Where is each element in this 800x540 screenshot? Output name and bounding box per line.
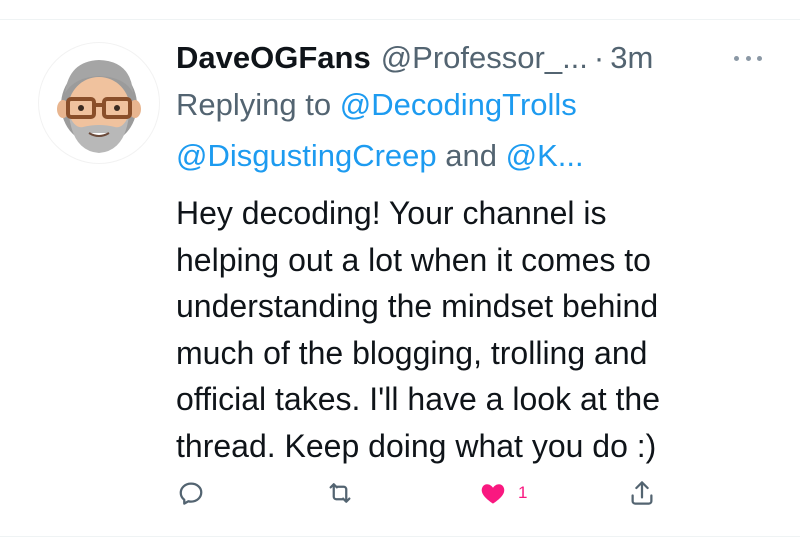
tweet-text-line: understanding the mindset behind — [176, 288, 659, 324]
replying-prefix: Replying to — [176, 87, 332, 122]
top-divider — [0, 19, 800, 20]
retweet-button[interactable] — [325, 478, 355, 508]
mention-link[interactable]: @DecodingTrolls — [340, 87, 577, 122]
tweet-text-line: official takes. I'll have a look at the — [176, 381, 661, 417]
bottom-divider — [0, 536, 800, 537]
like-count: 1 — [518, 483, 528, 502]
share-icon — [631, 481, 653, 505]
replying-and: and — [445, 138, 497, 173]
display-name[interactable]: DaveOGFans — [176, 40, 371, 76]
replying-to-line-2: @DisgustingCreep and @K... — [176, 136, 584, 176]
avatar-illustration — [57, 60, 141, 153]
more-options-icon[interactable] — [734, 48, 762, 68]
tweet-text: Hey decoding! Your channel is helping ou… — [176, 190, 776, 469]
tweet-header: DaveOGFans @Professor_... · 3m — [176, 38, 653, 78]
tweet-text-line: helping out a lot when it comes to — [176, 241, 651, 278]
timestamp[interactable]: 3m — [610, 40, 653, 76]
tweet-text-line: much of the blogging, trolling and — [176, 334, 648, 371]
more-dot — [757, 55, 762, 61]
user-handle[interactable]: @Professor_... — [381, 40, 588, 76]
avatar[interactable] — [38, 42, 160, 164]
more-dot — [734, 55, 739, 61]
retweet-icon — [329, 483, 351, 503]
tweet-text-line: Hey decoding! Your channel is — [176, 195, 607, 231]
reply-icon — [179, 482, 203, 505]
more-dot — [745, 55, 751, 61]
tweet-actions-bar: 1 — [0, 470, 800, 520]
separator-dot: · — [593, 40, 605, 75]
mention-link[interactable]: @DisgustingCreep — [176, 138, 437, 173]
more-mentions-link[interactable]: @K... — [506, 138, 584, 173]
share-button[interactable] — [627, 478, 657, 508]
heart-filled-icon — [481, 484, 505, 504]
like-button[interactable]: 1 — [478, 478, 527, 508]
reply-button[interactable] — [176, 478, 206, 508]
tweet-text-line: thread. Keep doing what you do :) — [176, 427, 657, 464]
replying-to-line: Replying to @DecodingTrolls — [176, 85, 577, 125]
